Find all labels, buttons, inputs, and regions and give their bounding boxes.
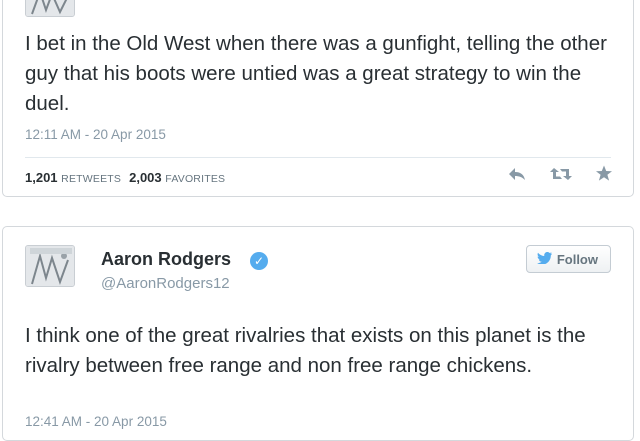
follow-button[interactable]: Follow [525,245,611,273]
tweet-timestamp[interactable]: 12:11 AM - 20 Apr 2015 [25,127,166,142]
retweet-count[interactable]: 1,201 [25,170,58,185]
tweet-card-1: I bet in the Old West when there was a g… [2,0,634,197]
tweet-card-2: Aaron Rodgers ✓ @AaronRodgers12 Follow I… [2,226,634,441]
tweet-text: I think one of the great rivalries that … [25,324,586,377]
twitter-bird-icon [537,251,552,267]
avatar-image-icon [26,0,74,16]
retweet-icon[interactable] [549,166,573,182]
divider [25,157,611,158]
avatar[interactable] [25,0,75,17]
avatar-image-icon [26,246,74,286]
reply-icon[interactable] [507,166,527,182]
author-handle[interactable]: @AaronRodgers12 [101,275,230,292]
favorite-label: FAVORITES [165,173,226,185]
favorite-icon[interactable] [595,165,613,182]
tweet-actions [507,165,613,182]
avatar[interactable] [25,245,75,287]
tweet-text: I bet in the Old West when there was a g… [25,32,607,115]
author-name[interactable]: Aaron Rodgers [101,249,231,270]
verified-badge-icon: ✓ [250,252,268,270]
favorite-count[interactable]: 2,003 [129,170,162,185]
tweet-stats: 1,201 RETWEETS 2,003 FAVORITES [25,170,225,185]
retweet-label: RETWEETS [61,173,122,185]
follow-button-label: Follow [556,251,598,267]
